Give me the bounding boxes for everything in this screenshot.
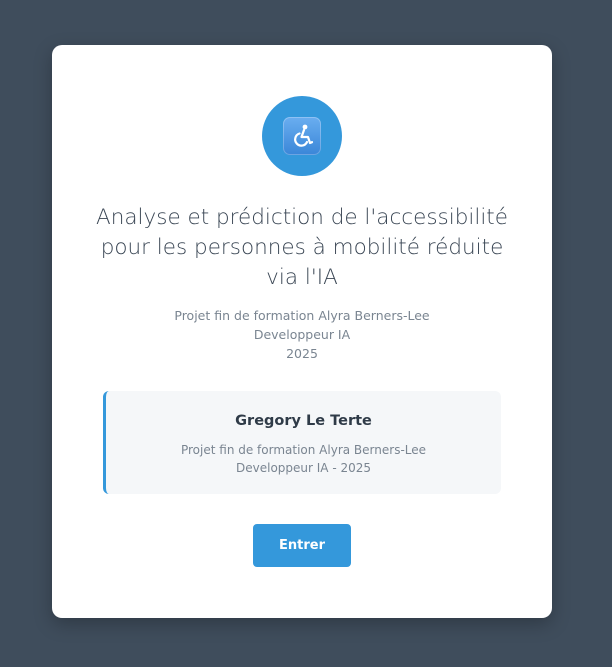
subtitle-line-1: Projet fin de formation Alyra Berners-Le… [174,308,430,323]
title-line-2: pour les personnes à mobilité réduite [100,235,504,260]
welcome-card: Analyse et prédiction de l'accessibilité… [52,45,552,618]
author-detail-line-1: Projet fin de formation Alyra Berners-Le… [180,443,427,457]
title-line-1: Analyse et prédiction de l'accessibilité [96,205,508,230]
author-name: Gregory Le Terte [235,413,372,429]
enter-button[interactable]: Entrer [253,524,351,567]
subtitle-line-2: Developpeur IA [253,327,351,342]
author-info-box: Gregory Le Terte Projet fin de formation… [103,391,501,494]
subtitle-line-3: 2025 [286,346,318,361]
author-detail: Projet fin de formation Alyra Berners-Le… [106,441,501,477]
logo-badge [262,96,342,176]
page-subtitle: Projet fin de formation Alyra Berners-Le… [112,306,492,363]
author-detail-line-2: Developpeur IA - 2025 [236,461,371,475]
wheelchair-icon [283,117,321,155]
title-line-3: via l'IA [266,265,338,290]
page-title: Analyse et prédiction de l'accessibilité… [92,203,512,293]
